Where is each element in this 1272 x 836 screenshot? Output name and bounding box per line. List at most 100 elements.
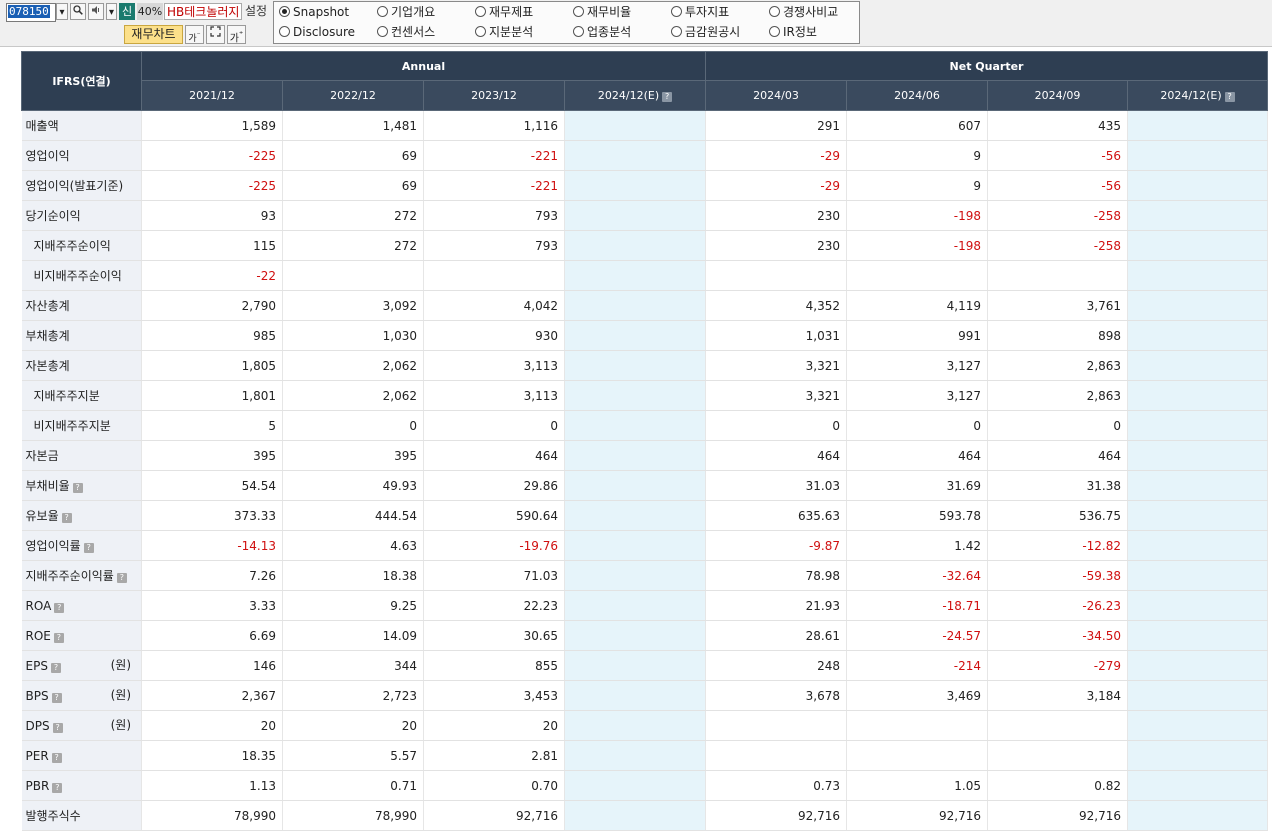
new-listing-button[interactable]: 신 [119,3,135,20]
radio-icon[interactable] [475,26,486,37]
menu-option-label: 투자지표 [685,5,730,19]
table-row: 당기순이익 93 272 793 230 -198 -258 [21,200,1269,231]
table-cell [1127,560,1269,591]
row-label: EPS? (원) [21,650,142,681]
table-cell: 3,321 [705,380,848,411]
help-icon[interactable]: ? [116,573,127,583]
table-cell [705,260,848,291]
table-cell: 18.35 [141,740,283,771]
menu-option-label: 업종분석 [587,25,632,39]
help-icon[interactable]: ? [51,692,62,703]
search-icon[interactable] [70,3,86,20]
financial-chart-button[interactable]: 재무차트 [124,25,183,44]
toolbar: 078150 ▾ ▾ 신 40% HB테크놀러지 설정 재무차트 가⁻ 가⁺ S… [0,0,1272,47]
help-icon[interactable]: ? [51,752,62,763]
help-icon[interactable]: ? [662,92,673,102]
code-dropdown-button[interactable]: ▾ [56,3,68,20]
font-increase-button[interactable]: 가⁺ [227,25,246,44]
table-cell: 395 [282,440,424,471]
menu-option-9[interactable]: 지분분석 [475,24,533,40]
help-icon[interactable]: ? [52,782,63,793]
settings-link[interactable]: 설정 [245,3,267,20]
menu-option-8[interactable]: 컨센서스 [377,24,435,40]
table-row: 자본총계 1,805 2,062 3,113 3,321 3,127 2,863 [21,350,1269,381]
menu-option-3[interactable]: 재무제표 [475,4,533,20]
menu-option-label: Disclosure [293,25,356,39]
radio-icon[interactable] [475,6,486,17]
radio-icon[interactable] [573,6,584,17]
menu-option-5[interactable]: 투자지표 [671,4,729,20]
menu-option-10[interactable]: 업종분석 [573,24,631,40]
table-cell [1127,680,1269,711]
table-cell [564,560,707,591]
help-icon[interactable]: ? [83,543,94,553]
table-cell: -19.76 [423,530,565,561]
radio-icon[interactable] [279,6,290,17]
radio-icon[interactable] [377,6,388,17]
speaker-icon[interactable] [88,3,104,20]
row-label: 발행주식수 [21,800,142,831]
row-label: 지배주주순이익률? [21,560,142,591]
help-icon[interactable]: ? [54,602,65,613]
table-row: EPS? (원) 146 344 855 248 -214 -279 [21,650,1269,681]
help-icon[interactable]: ? [50,662,61,673]
help-icon[interactable]: ? [61,513,72,523]
row-label: 유보율? [21,500,142,531]
menu-option-12[interactable]: IR정보 [769,24,817,40]
help-icon[interactable]: ? [72,483,83,493]
table-row: 유보율? 373.33 444.54 590.64 635.63 593.78 536.75 [21,500,1269,531]
row-label: 자본총계 [21,350,142,381]
table-cell [564,470,707,501]
menu-option-4[interactable]: 재무비율 [573,4,631,20]
menu-option-1[interactable]: Snapshot [279,4,349,20]
table-cell: -221 [423,140,565,171]
menu-option-label: 컨센서스 [391,25,436,39]
table-cell: 31.69 [846,470,989,501]
help-icon[interactable]: ? [1224,92,1235,102]
column-header: 2021/12 [141,80,283,111]
font-decrease-button[interactable]: 가⁻ [185,25,204,44]
table-cell: 2,863 [987,380,1129,411]
table-cell: 20 [282,710,424,741]
radio-icon[interactable] [769,6,780,17]
table-cell [705,740,848,771]
table-cell: 991 [846,320,989,351]
radio-icon[interactable] [671,26,682,37]
menu-option-2[interactable]: 기업개요 [377,4,435,20]
row-label: 지배주주지분 [21,380,142,411]
menu-option-6[interactable]: 경쟁사비교 [769,4,838,20]
menu-option-7[interactable]: Disclosure [279,24,355,40]
table-cell: 0.70 [423,770,565,801]
help-icon[interactable]: ? [53,632,64,643]
stock-code-input[interactable]: 078150 [6,3,56,22]
table-cell: 272 [282,230,424,261]
financial-table: IFRS(연결) Annual Net Quarter 2021/12 2022/… [21,51,1269,831]
table-cell: 793 [423,230,565,261]
table-cell [1127,650,1269,681]
menu-option-label: 금감원공시 [685,25,741,39]
radio-icon[interactable] [671,6,682,17]
table-cell: 590.64 [423,500,565,531]
radio-icon[interactable] [377,26,388,37]
table-cell: 444.54 [282,500,424,531]
radio-icon[interactable] [279,26,290,37]
table-cell [1127,500,1269,531]
menu-option-label: 재무비율 [587,5,632,19]
table-cell: -32.64 [846,560,989,591]
radio-icon[interactable] [769,26,780,37]
table-cell [564,260,707,291]
table-cell: 3,113 [423,380,565,411]
table-cell: -221 [423,170,565,201]
help-icon[interactable]: ? [52,722,63,733]
radio-icon[interactable] [573,26,584,37]
table-cell: 49.93 [282,470,424,501]
table-cell: 21.93 [705,590,848,621]
fullscreen-icon[interactable] [206,25,225,44]
speaker-dropdown-button[interactable]: ▾ [106,3,117,20]
table-cell: 985 [141,320,283,351]
menu-option-11[interactable]: 금감원공시 [671,24,740,40]
table-cell [564,380,707,411]
table-cell [564,200,707,231]
table-cell: 115 [141,230,283,261]
table-cell: 69 [282,140,424,171]
